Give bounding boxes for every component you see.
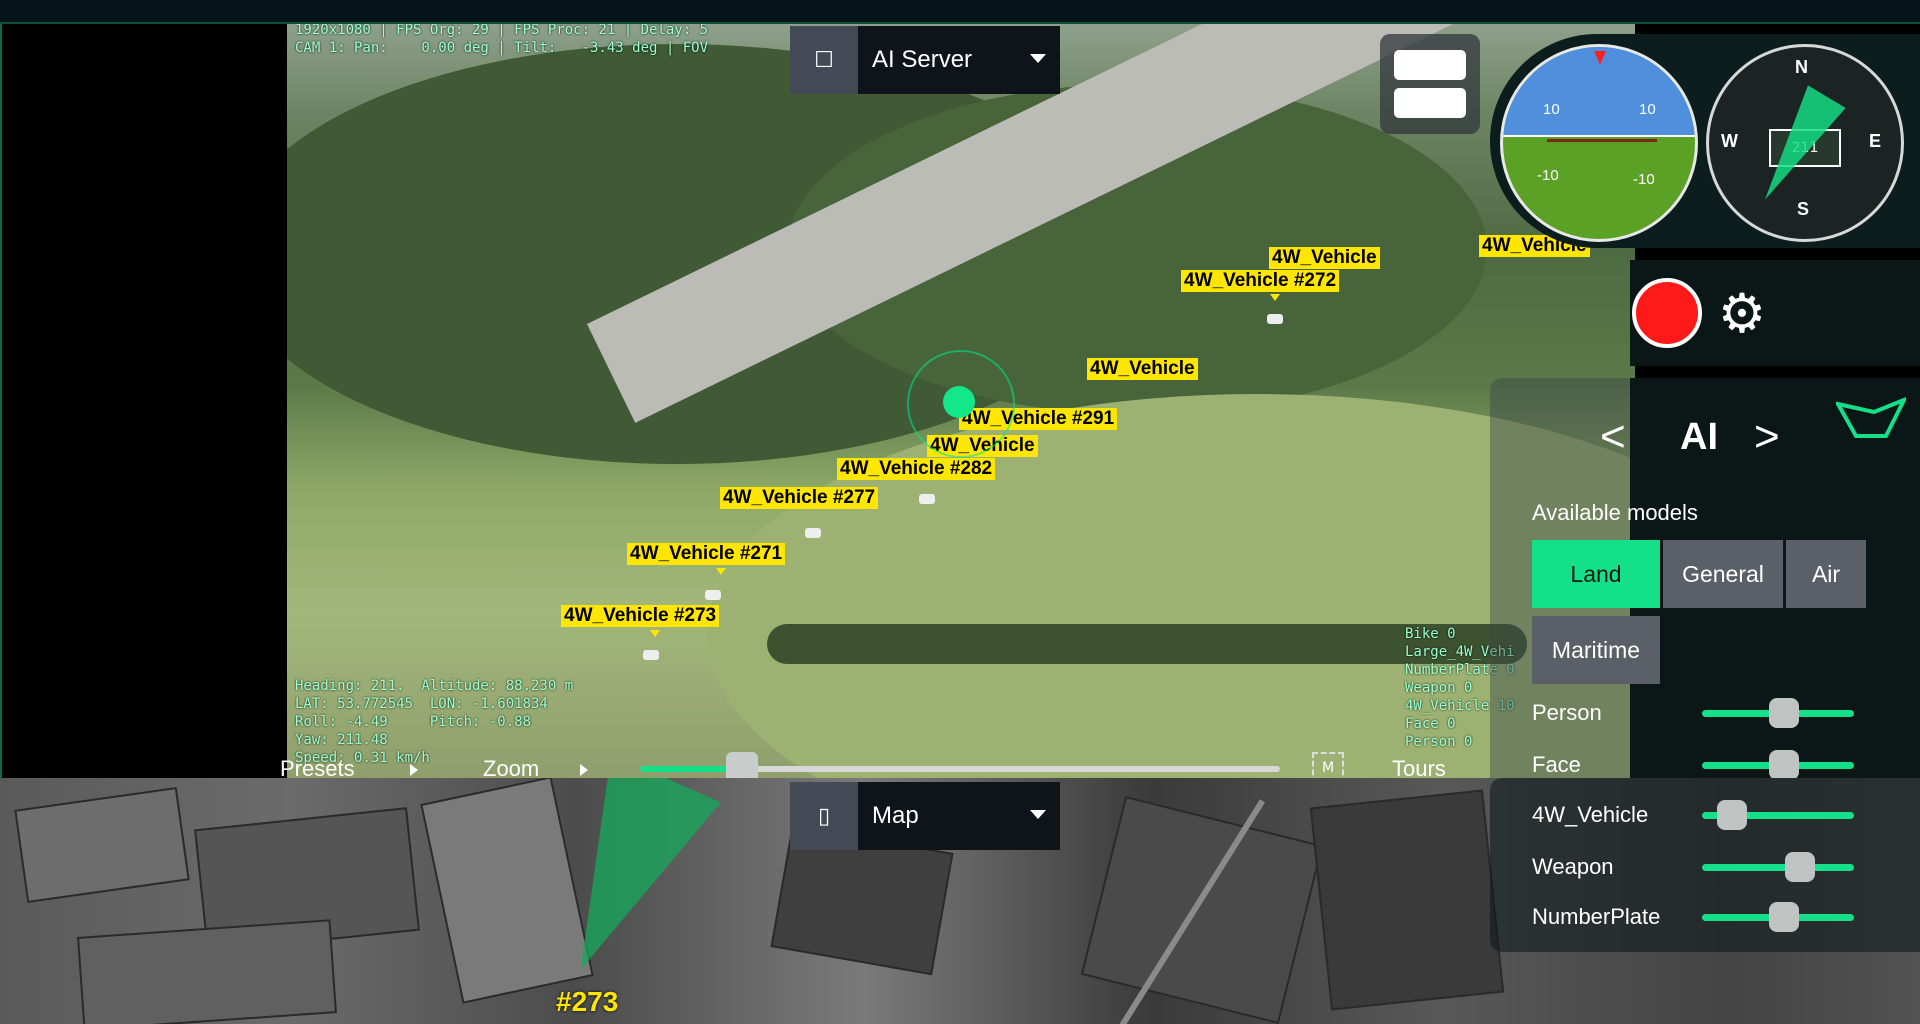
zoom-slider-thumb[interactable] bbox=[726, 752, 759, 778]
zoom-arrow-icon[interactable] bbox=[580, 764, 588, 776]
ai-server-label: AI Server bbox=[872, 46, 973, 73]
telemetry-roll-pitch: Roll: -4.49 Pitch: -0.88 bbox=[295, 714, 532, 730]
left-border bbox=[0, 24, 2, 778]
gear-icon[interactable]: ⚙ bbox=[1712, 284, 1772, 344]
detection-marker bbox=[1270, 294, 1280, 301]
vehicle-marker bbox=[1267, 314, 1283, 324]
slider-label: 4W_Vehicle bbox=[1532, 802, 1649, 827]
slider-thumb[interactable] bbox=[1769, 750, 1800, 780]
slider-label: Person bbox=[1532, 700, 1602, 725]
vehicle-marker bbox=[919, 494, 935, 504]
model-land-button[interactable]: Land bbox=[1532, 540, 1660, 608]
chevron-down-icon bbox=[1030, 810, 1046, 819]
map-focus-icon[interactable]: M bbox=[1312, 752, 1344, 778]
map-select-label: Map bbox=[872, 802, 919, 829]
slider-numberplate[interactable]: NumberPlate bbox=[1532, 902, 1862, 932]
count-bike: Bike 0 bbox=[1405, 626, 1456, 642]
target-dot[interactable] bbox=[943, 386, 975, 418]
model-maritime-button[interactable]: Maritime bbox=[1532, 616, 1660, 684]
compass-east: E bbox=[1869, 131, 1882, 151]
slider-label: Weapon bbox=[1532, 854, 1614, 879]
slider-face[interactable]: Face bbox=[1532, 750, 1862, 780]
models-label: Available models bbox=[1532, 500, 1698, 525]
top-status-bar bbox=[0, 0, 1920, 24]
menu-bar-icon bbox=[1394, 50, 1466, 80]
bank-pointer-icon bbox=[1594, 51, 1606, 65]
pitch-label: -10 bbox=[1537, 167, 1559, 184]
slider-track[interactable] bbox=[1702, 864, 1854, 871]
map-field bbox=[14, 787, 190, 903]
presets-button[interactable]: Presets bbox=[280, 756, 355, 778]
logo-icon bbox=[1836, 397, 1906, 438]
prev-mode-button[interactable]: < bbox=[1600, 412, 1626, 462]
next-mode-button[interactable]: > bbox=[1754, 412, 1780, 462]
detection-label[interactable]: 4W_Vehicle bbox=[1269, 247, 1380, 269]
telemetry-latlon: LAT: 53.772545 LON: -1.601834 bbox=[295, 696, 548, 712]
detection-label[interactable]: 4W_Vehicle #271 bbox=[627, 543, 786, 565]
video-control-bar: Presets Zoom M Tours bbox=[280, 736, 1520, 778]
menu-bar-icon bbox=[1394, 88, 1466, 118]
pitch-label: -10 bbox=[1633, 171, 1655, 188]
map-dropdown[interactable]: Map bbox=[858, 782, 1060, 850]
pitch-label: 10 bbox=[1543, 101, 1560, 118]
stats-line-2: CAM 1: Pan: 0.00 deg | Tilt: -3.43 deg |… bbox=[295, 40, 709, 56]
compass-north: N bbox=[1795, 57, 1808, 77]
detection-label[interactable]: 4W_Vehicle #282 bbox=[837, 458, 996, 480]
slider-thumb[interactable] bbox=[1769, 698, 1800, 728]
aircraft-symbol bbox=[1547, 139, 1657, 142]
vehicle-marker bbox=[705, 590, 721, 600]
stats-line-1: 1920x1080 | FPS Org: 29 | FPS Proc: 21 |… bbox=[295, 24, 709, 38]
map-select[interactable]: ▯ Map bbox=[790, 782, 1060, 850]
ai-server-dropdown[interactable]: AI Server bbox=[858, 26, 1060, 94]
detection-label[interactable]: 4W_Vehicle #272 bbox=[1181, 270, 1340, 292]
slider-label: NumberPlate bbox=[1532, 904, 1661, 929]
presets-arrow-icon[interactable] bbox=[410, 764, 418, 776]
attitude-indicator: 10 10 -10 -10 bbox=[1500, 44, 1698, 242]
detection-marker bbox=[650, 630, 660, 637]
tours-button[interactable]: Tours bbox=[1392, 756, 1446, 778]
model-general-button[interactable]: General bbox=[1663, 540, 1783, 608]
camera-feed[interactable]: 1920x1080 | FPS Org: 29 | FPS Proc: 21 |… bbox=[287, 24, 1635, 778]
map-field bbox=[1080, 796, 1324, 1024]
map-field bbox=[77, 919, 337, 1024]
map-target-label[interactable]: #273 bbox=[556, 986, 618, 1018]
telemetry-heading: Heading: 211. Altitude: 88.230 m bbox=[295, 678, 574, 694]
count-weapon: Weapon 0 bbox=[1405, 680, 1473, 696]
ai-server-select[interactable]: ☐ AI Server bbox=[790, 26, 1060, 94]
map-field bbox=[1309, 789, 1505, 1011]
count-face: Face 0 bbox=[1405, 716, 1456, 732]
ai-server-checkbox[interactable]: ☐ bbox=[790, 26, 858, 94]
detection-label[interactable]: 4W_Vehicle #273 bbox=[561, 605, 720, 627]
ai-mode-title: AI bbox=[1680, 416, 1718, 458]
detection-marker bbox=[716, 568, 726, 575]
horizon-line bbox=[1503, 135, 1695, 138]
slider-thumb[interactable] bbox=[1784, 852, 1815, 882]
chevron-down-icon bbox=[1030, 54, 1046, 63]
slider-4w-vehicle[interactable]: 4W_Vehicle bbox=[1532, 800, 1862, 830]
slider-label: Face bbox=[1532, 752, 1581, 777]
vehicle-marker bbox=[805, 528, 821, 538]
slider-thumb[interactable] bbox=[1716, 800, 1747, 830]
record-button[interactable] bbox=[1632, 278, 1702, 348]
slider-person[interactable]: Person bbox=[1532, 698, 1862, 728]
compass: N S E W 211 bbox=[1706, 44, 1904, 242]
vehicle-marker bbox=[643, 650, 659, 660]
detection-label[interactable]: 4W_Vehicle bbox=[1087, 358, 1198, 380]
menu-button[interactable] bbox=[1380, 34, 1480, 134]
compass-south: S bbox=[1797, 199, 1810, 219]
zoom-button[interactable]: Zoom bbox=[483, 756, 539, 778]
slider-thumb[interactable] bbox=[1769, 902, 1800, 932]
detection-label[interactable]: 4W_Vehicle #277 bbox=[720, 487, 879, 509]
compass-west: W bbox=[1721, 131, 1738, 151]
model-air-button[interactable]: Air bbox=[1786, 540, 1866, 608]
map-toggle-icon[interactable]: ▯ bbox=[790, 782, 858, 850]
pitch-label: 10 bbox=[1639, 101, 1656, 118]
slider-weapon[interactable]: Weapon bbox=[1532, 852, 1862, 882]
